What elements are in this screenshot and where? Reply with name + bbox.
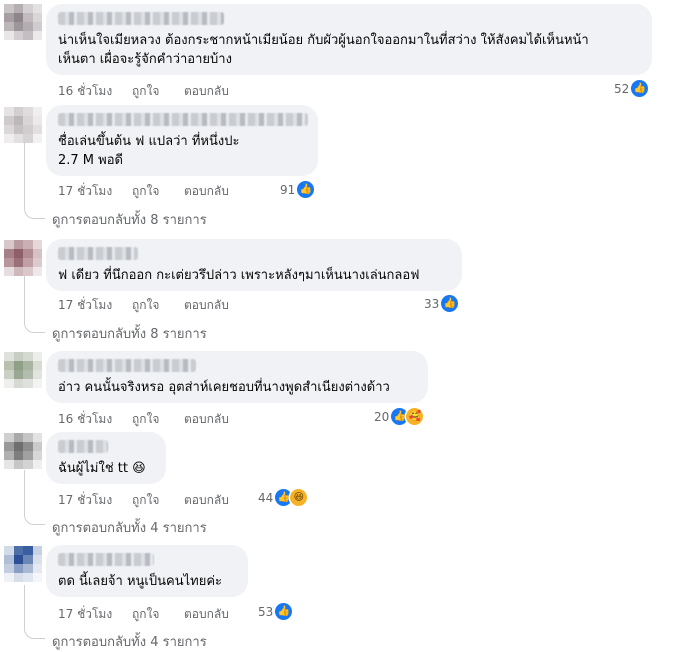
reply-button[interactable]: ตอบกลับ bbox=[184, 82, 254, 101]
view-replies-link[interactable]: ดูการตอบกลับทั้ง 8 รายการ bbox=[52, 209, 207, 230]
reaction-summary[interactable]: 20 👍 🥰 bbox=[374, 408, 424, 425]
comment-bubble: ฉันผู้ไม่ใช่ tt 😆 bbox=[46, 432, 166, 484]
reaction-count: 33 bbox=[424, 296, 440, 311]
view-replies-link[interactable]: ดูการตอบกลับทั้ง 4 รายการ bbox=[52, 631, 207, 652]
reply-button[interactable]: ตอบกลับ bbox=[184, 296, 254, 315]
reply-button[interactable]: ตอบกลับ bbox=[184, 605, 254, 624]
avatar[interactable] bbox=[4, 433, 42, 469]
like-button[interactable]: ถูกใจ bbox=[132, 605, 184, 624]
avatar[interactable] bbox=[4, 352, 42, 388]
comment-text: ตด นี้เลยจ้า หนูเป็นคนไทยค่ะ bbox=[58, 574, 223, 589]
comment-bubble: น่าเห็นใจเมียหลวง ต้องกระชากหน้าเมียน้อย… bbox=[46, 4, 652, 75]
comment-actions: 17 ชั่วโมง ถูกใจ ตอบกลับ bbox=[58, 182, 254, 201]
thread-connector bbox=[24, 140, 45, 219]
author-name-blurred[interactable] bbox=[58, 113, 308, 126]
like-button[interactable]: ถูกใจ bbox=[132, 491, 184, 510]
comment-text: น่าเห็นใจเมียหลวง ต้องกระชากหน้าเมียน้อย… bbox=[58, 33, 589, 67]
care-emoji-icon: 🥰 bbox=[406, 408, 424, 425]
timestamp-link[interactable]: 17 ชั่วโมง bbox=[58, 296, 132, 315]
comment-1: น่าเห็นใจเมียหลวง ต้องกระชากหน้าเมียน้อย… bbox=[0, 0, 682, 100]
reaction-summary[interactable]: 52 👍 bbox=[614, 80, 649, 97]
reaction-count: 91 bbox=[280, 182, 296, 197]
comment-actions: 16 ชั่วโมง ถูกใจ ตอบกลับ bbox=[58, 410, 254, 429]
author-name-blurred[interactable] bbox=[58, 553, 154, 566]
thread-connector bbox=[24, 470, 45, 525]
comment-text: อ่าว คนนั้นจริงหรอ อุตส่าห์เคยชอบที่นางพ… bbox=[58, 380, 390, 395]
comment-actions: 17 ชั่วโมง ถูกใจ ตอบกลับ bbox=[58, 296, 254, 315]
comment-actions: 17 ชั่วโมง ถูกใจ ตอบกลับ bbox=[58, 491, 254, 510]
like-button[interactable]: ถูกใจ bbox=[132, 410, 184, 429]
reply-button[interactable]: ตอบกลับ bbox=[184, 410, 254, 429]
timestamp-link[interactable]: 17 ชั่วโมง bbox=[58, 491, 132, 510]
comment-text: ฟ เดียว ที่นึกออก กะเต่ยวรึปล่าว เพราะหล… bbox=[58, 268, 420, 283]
comment-bubble: ตด นี้เลยจ้า หนูเป็นคนไทยค่ะ bbox=[46, 545, 248, 597]
thumbs-up-icon: 👍 bbox=[297, 181, 315, 198]
thumbs-up-icon: 👍 bbox=[275, 603, 293, 620]
comment-text: ชื่อเล่นขึ้นต้น ฟ แปลว่า ที่หนึ่งปะ 2.7 … bbox=[58, 134, 240, 168]
timestamp-link[interactable]: 17 ชั่วโมง bbox=[58, 605, 132, 624]
reply-button[interactable]: ตอบกลับ bbox=[184, 491, 254, 510]
timestamp-link[interactable]: 16 ชั่วโมง bbox=[58, 410, 132, 429]
thumbs-up-icon: 👍 bbox=[631, 80, 649, 97]
thumbs-up-icon: 👍 bbox=[441, 295, 459, 312]
view-replies-link[interactable]: ดูการตอบกลับทั้ง 8 รายการ bbox=[52, 323, 207, 344]
reaction-summary[interactable]: 53 👍 bbox=[258, 603, 293, 620]
comment-bubble: อ่าว คนนั้นจริงหรอ อุตส่าห์เคยชอบที่นางพ… bbox=[46, 351, 428, 403]
avatar[interactable] bbox=[4, 546, 42, 582]
timestamp-link[interactable]: 16 ชั่วโมง bbox=[58, 82, 132, 101]
haha-emoji-icon: 😆 bbox=[290, 489, 308, 506]
reaction-summary[interactable]: 33 👍 bbox=[424, 295, 459, 312]
comment-actions: 17 ชั่วโมง ถูกใจ ตอบกลับ bbox=[58, 605, 254, 624]
author-name-blurred[interactable] bbox=[58, 247, 138, 260]
thread-connector bbox=[24, 275, 45, 333]
comment-bubble: ฟ เดียว ที่นึกออก กะเต่ยวรึปล่าว เพราะหล… bbox=[46, 239, 462, 291]
like-button[interactable]: ถูกใจ bbox=[132, 182, 184, 201]
reaction-count: 44 bbox=[258, 490, 274, 505]
reaction-count: 20 bbox=[374, 409, 390, 424]
author-name-blurred[interactable] bbox=[58, 440, 108, 453]
reaction-count: 52 bbox=[614, 81, 630, 96]
comment-bubble: ชื่อเล่นขึ้นต้น ฟ แปลว่า ที่หนึ่งปะ 2.7 … bbox=[46, 105, 318, 176]
like-button[interactable]: ถูกใจ bbox=[132, 296, 184, 315]
avatar[interactable] bbox=[4, 4, 42, 40]
avatar[interactable] bbox=[4, 107, 42, 143]
view-replies-link[interactable]: ดูการตอบกลับทั้ง 4 รายการ bbox=[52, 517, 207, 538]
reaction-summary[interactable]: 91 👍 bbox=[280, 181, 315, 198]
author-name-blurred[interactable] bbox=[58, 12, 224, 25]
like-button[interactable]: ถูกใจ bbox=[132, 82, 184, 101]
reply-button[interactable]: ตอบกลับ bbox=[184, 182, 254, 201]
avatar[interactable] bbox=[4, 240, 42, 276]
author-name-blurred[interactable] bbox=[58, 359, 196, 372]
comment-actions: 16 ชั่วโมง ถูกใจ ตอบกลับ bbox=[58, 82, 254, 101]
reaction-count: 53 bbox=[258, 604, 274, 619]
timestamp-link[interactable]: 17 ชั่วโมง bbox=[58, 182, 132, 201]
reaction-summary[interactable]: 44 👍 😆 bbox=[258, 489, 308, 506]
comment-text: ฉันผู้ไม่ใช่ tt 😆 bbox=[58, 461, 146, 476]
thread-connector bbox=[24, 585, 45, 639]
